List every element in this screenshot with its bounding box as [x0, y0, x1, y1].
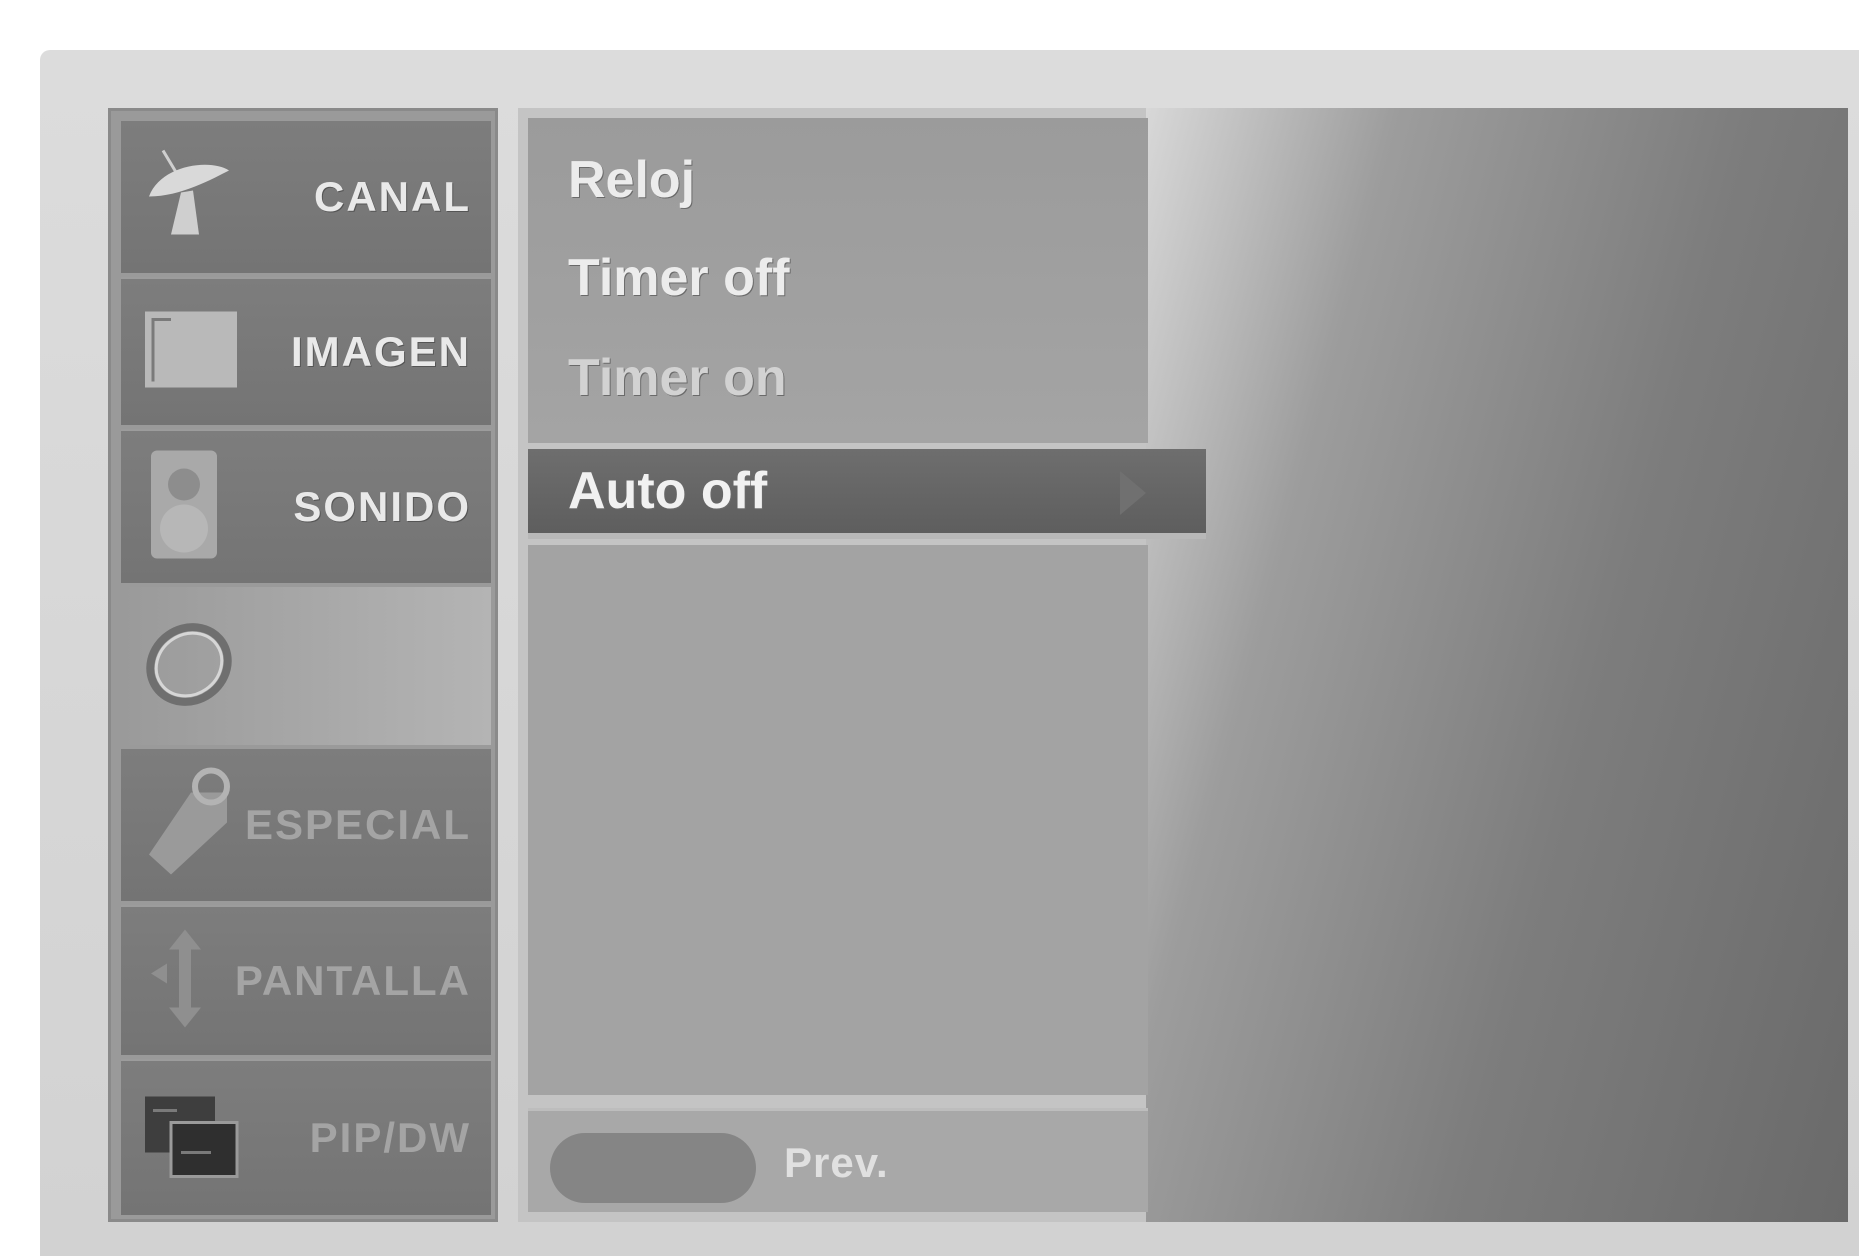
- clock-icon: [141, 619, 241, 714]
- footer-bar: Prev.: [528, 1108, 1148, 1212]
- submenu-list: Reloj Timer off Timer on: [528, 118, 1148, 443]
- time-submenu: Reloj Timer off Timer on Auto off Prev.: [518, 108, 1848, 1222]
- sidebar-item-pip-dw[interactable]: PIP/DW: [121, 1059, 491, 1215]
- menu-item-timer-off[interactable]: Timer off: [568, 248, 790, 308]
- chevron-right-icon: [1120, 471, 1146, 515]
- sidebar-item-imagen[interactable]: IMAGEN: [121, 277, 491, 425]
- pip-icon: [141, 1091, 241, 1186]
- menu-item-timer-on[interactable]: Timer on: [568, 348, 787, 408]
- sidebar-item-label: IMAGEN: [291, 328, 471, 375]
- sidebar-item-tiempo[interactable]: [121, 587, 491, 745]
- sidebar-item-canal[interactable]: CANAL: [121, 121, 491, 273]
- sidebar-item-label: ESPECIAL: [244, 801, 471, 848]
- menu-item-reloj[interactable]: Reloj: [568, 150, 695, 210]
- submenu-empty-area: [528, 545, 1148, 1095]
- selected-item-label: Auto off: [568, 462, 768, 520]
- sidebar-item-sonido[interactable]: SONIDO: [121, 429, 491, 583]
- satellite-dish-icon: [141, 145, 241, 250]
- prev-label: Prev.: [784, 1139, 889, 1186]
- sidebar-item-label: CANAL: [314, 173, 471, 220]
- sidebar-item-pantalla[interactable]: PANTALLA: [121, 905, 491, 1055]
- sidebar-item-label: PANTALLA: [234, 957, 471, 1004]
- arrows-icon: [141, 924, 231, 1039]
- background-preview: [1146, 108, 1848, 1222]
- sidebar-item-label: SONIDO: [293, 483, 471, 530]
- sidebar-item-label: PIP/DW: [309, 1114, 471, 1161]
- picture-frame-icon: [141, 308, 241, 397]
- main-menu-sidebar: CANAL IMAGEN SONIDO ESPECIAL PANTALLA PI…: [108, 108, 498, 1222]
- speaker-icon: [141, 445, 231, 570]
- tag-icon: [141, 763, 237, 888]
- menu-button-icon: [550, 1133, 756, 1203]
- menu-item-auto-off[interactable]: Auto off: [528, 449, 1206, 539]
- sidebar-item-especial[interactable]: ESPECIAL: [121, 749, 491, 901]
